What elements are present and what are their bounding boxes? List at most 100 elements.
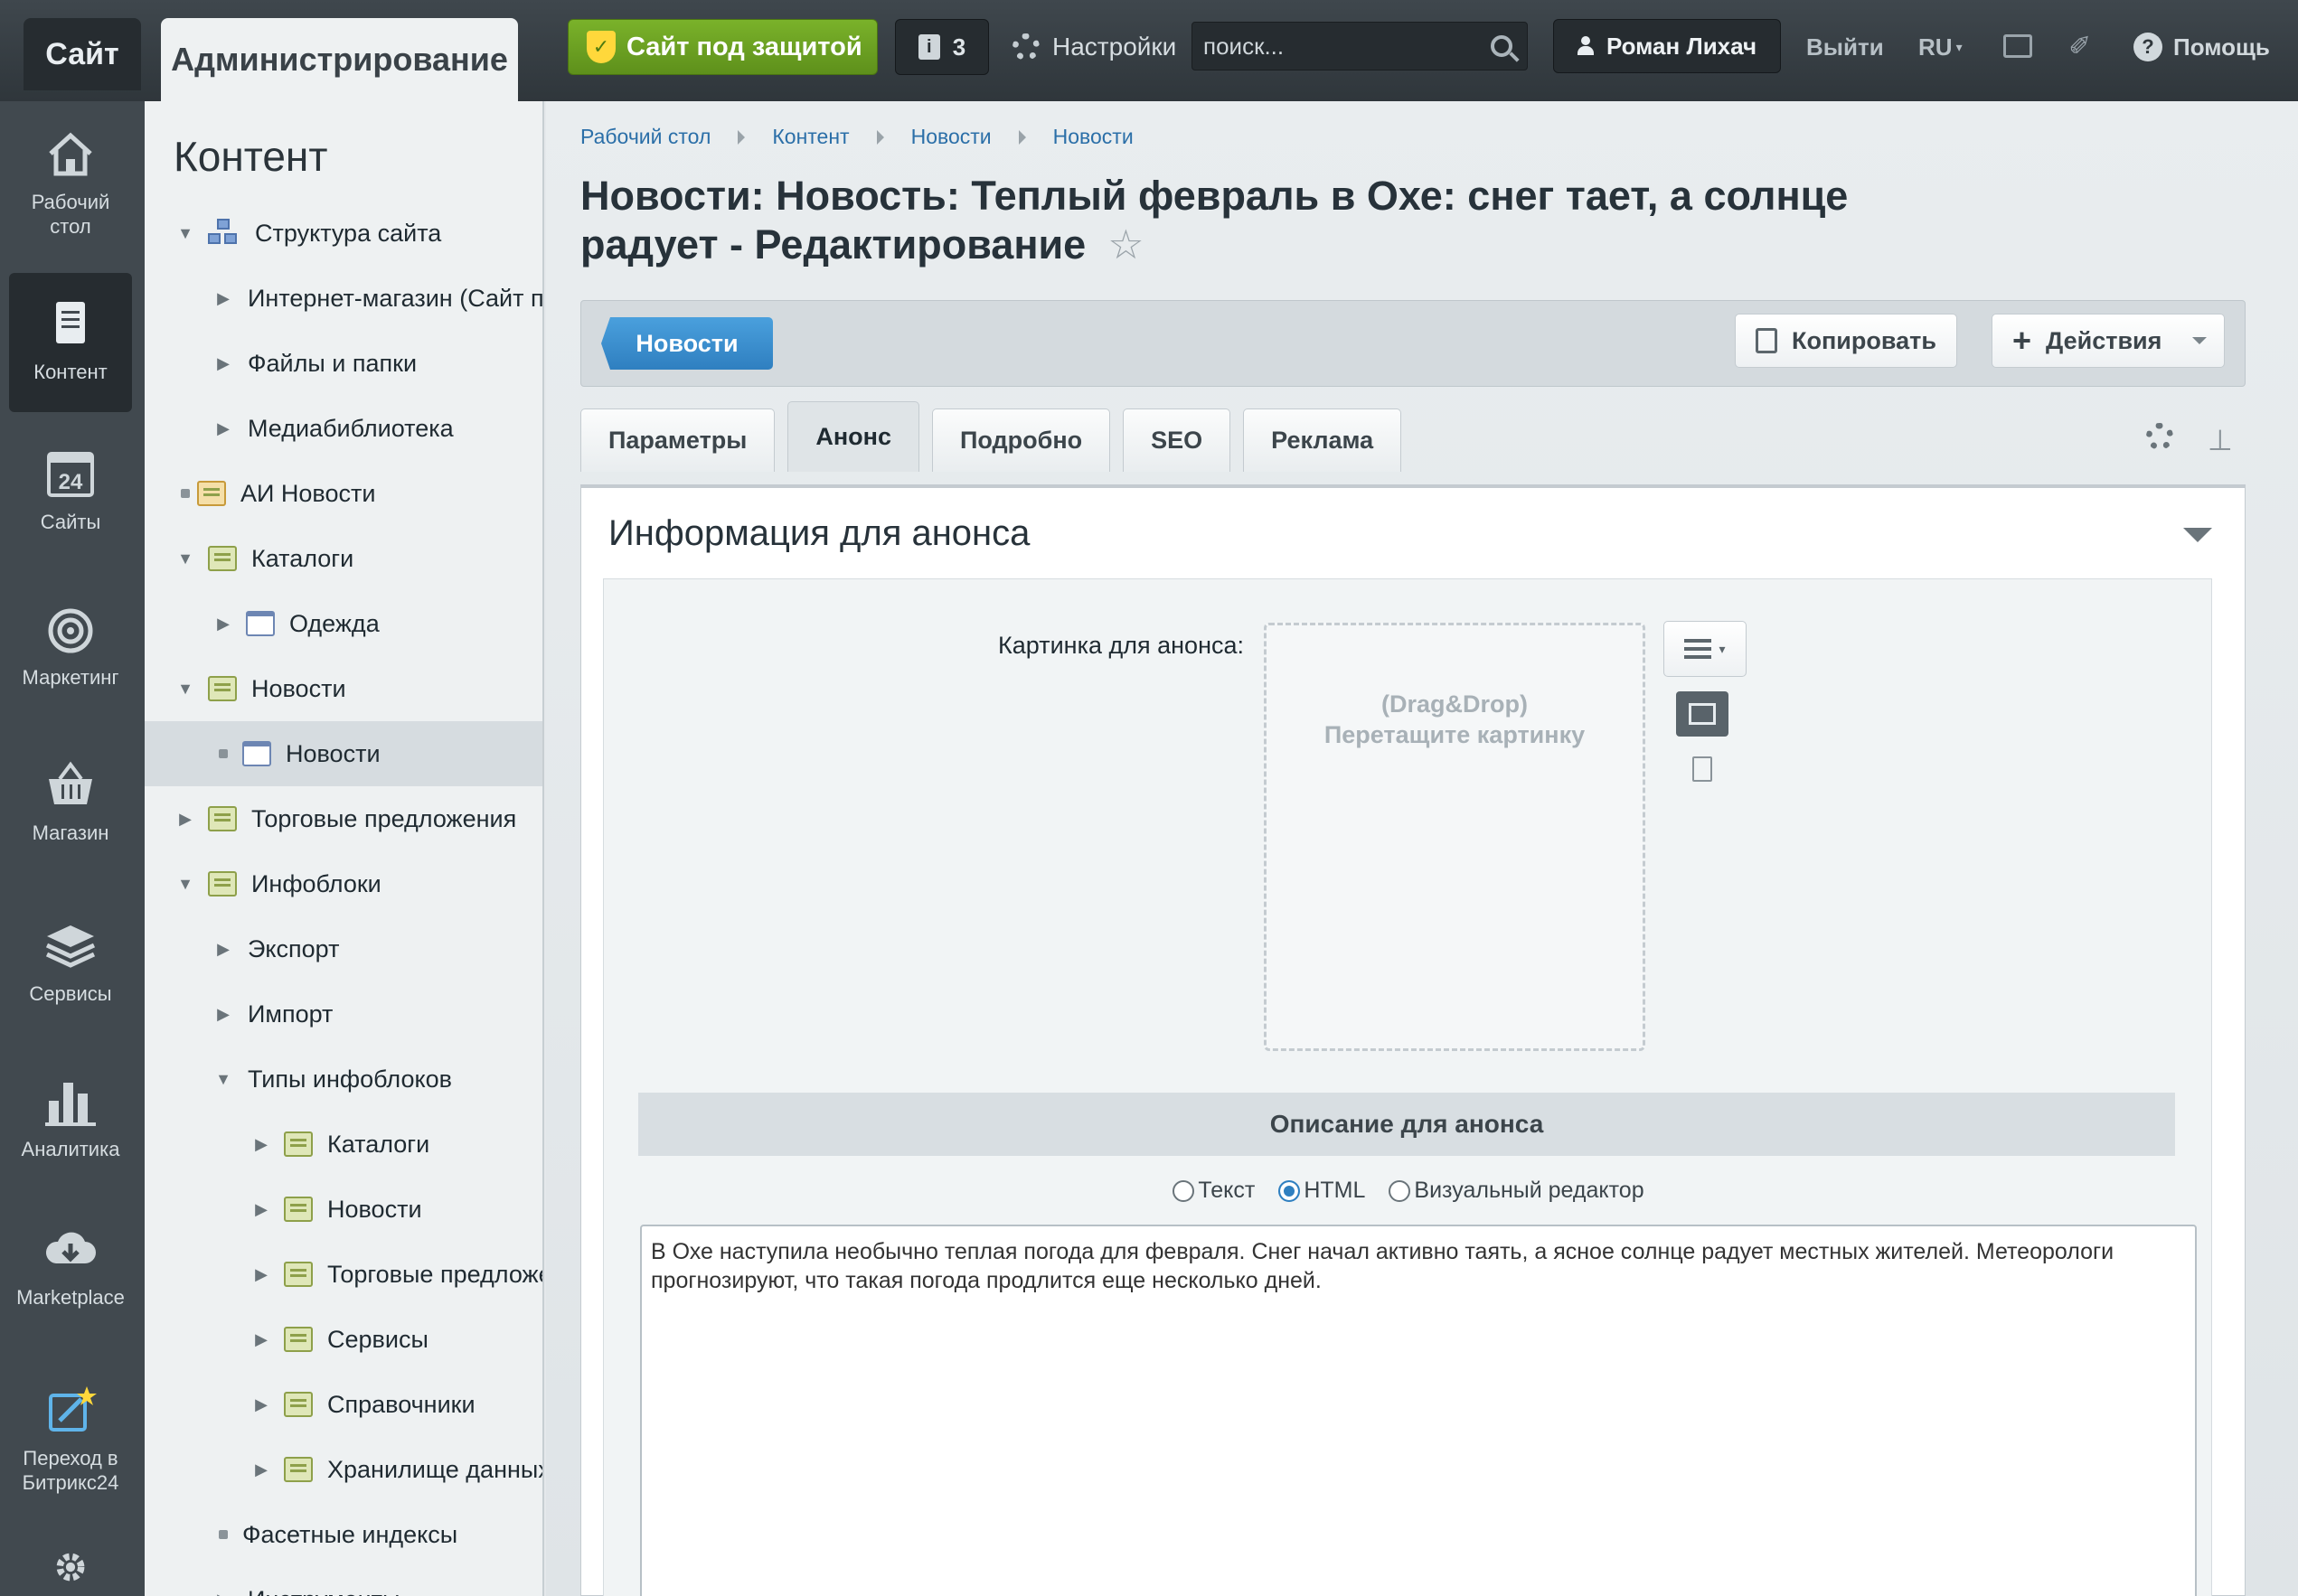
tree-item[interactable]: ▶ Торговые предложения — [145, 1242, 542, 1307]
tree-item[interactable]: ▶ Инструменты — [145, 1567, 542, 1596]
breadcrumb-link[interactable]: Новости — [1053, 125, 1134, 149]
page-title-text: Новости: Новость: Теплый февраль в Охе: … — [580, 173, 1849, 268]
chevron-right-icon[interactable]: ▶ — [212, 940, 235, 959]
image-menu-button[interactable]: ▾ — [1663, 621, 1747, 677]
back-to-list-button[interactable]: Новости — [601, 317, 773, 370]
rail-item-settings[interactable] — [9, 1547, 132, 1596]
radio-button-selected[interactable] — [1278, 1179, 1301, 1202]
logout-link[interactable]: Выйти — [1806, 27, 1884, 67]
search-input[interactable] — [1192, 23, 1464, 70]
chevron-right-icon[interactable]: ▶ — [212, 289, 235, 308]
radio-html[interactable]: HTML — [1278, 1178, 1365, 1204]
radio-button[interactable] — [1173, 1179, 1195, 1202]
star-icon[interactable]: ☆ — [1107, 221, 1144, 268]
tree-item[interactable]: ▶ Новости — [145, 1177, 542, 1242]
rail-item-sites[interactable]: 24 Сайты — [9, 446, 132, 546]
radio-visual-editor[interactable]: Визуальный редактор — [1389, 1178, 1644, 1204]
tab-details[interactable]: Подробно — [931, 408, 1111, 472]
breadcrumb-link[interactable]: Контент — [772, 125, 849, 149]
tab-advertising[interactable]: Реклама — [1243, 408, 1402, 472]
chevron-down-icon[interactable]: ▼ — [174, 549, 197, 568]
tree-item[interactable]: АИ Новости — [145, 461, 542, 526]
image-library-button[interactable] — [1676, 691, 1728, 737]
site-mode-button[interactable]: Сайт — [24, 18, 141, 90]
tab-seo[interactable]: SEO — [1123, 408, 1231, 472]
help-link[interactable]: ? Помощь — [2133, 27, 2270, 67]
tree-item[interactable]: ▼ Структура сайта — [145, 201, 542, 266]
collapse-icon[interactable] — [2183, 528, 2212, 542]
chevron-down-icon[interactable]: ▼ — [174, 680, 197, 699]
rail-item-services[interactable]: Сервисы — [9, 918, 132, 1018]
admin-mode-tab[interactable]: Администрирование — [161, 18, 518, 101]
tree-item[interactable]: ▶ Справочники — [145, 1372, 542, 1437]
rail-item-bitrix24[interactable]: Переход в Битрикс24 — [9, 1383, 132, 1509]
tree-item[interactable]: ▶ Файлы и папки — [145, 331, 542, 396]
home-icon — [49, 132, 92, 176]
tree-item[interactable]: ▶ Экспорт — [145, 916, 542, 981]
language-switcher[interactable]: RU ▾ — [1918, 27, 1963, 67]
iblock-icon — [208, 676, 237, 701]
chevron-right-icon[interactable]: ▶ — [212, 1005, 235, 1024]
notifications-button[interactable]: i 3 — [895, 19, 989, 75]
tree-item[interactable]: ▶ Сервисы — [145, 1307, 542, 1372]
tree-item[interactable]: ▶ Интернет-магазин (Сайт по умолчанию) — [145, 266, 542, 331]
tree-item[interactable]: Фасетные индексы — [145, 1502, 542, 1567]
chevron-right-icon[interactable]: ▶ — [250, 1200, 273, 1219]
pin-icon[interactable]: ⊥ — [2208, 423, 2233, 457]
keyboard-icon[interactable] — [2003, 34, 2032, 58]
tree-item[interactable]: ▶ Импорт — [145, 981, 542, 1047]
breadcrumb-link[interactable]: Новости — [911, 125, 992, 149]
rail-item-desktop[interactable]: Рабочий стол — [9, 127, 132, 253]
chevron-down-icon[interactable]: ▼ — [174, 224, 197, 243]
chevron-right-icon[interactable]: ▶ — [212, 419, 235, 438]
user-menu-button[interactable]: Роман Лихач — [1553, 19, 1781, 73]
chevron-right-icon[interactable]: ▶ — [174, 810, 197, 829]
rail-item-content[interactable]: Контент — [9, 273, 132, 412]
chevron-right-icon[interactable]: ▶ — [250, 1330, 273, 1349]
tree-item[interactable]: ▶ Торговые предложения — [145, 786, 542, 851]
tree-item[interactable]: ▼ Каталоги — [145, 526, 542, 591]
chevron-right-icon[interactable]: ▶ — [250, 1135, 273, 1154]
gear-icon[interactable] — [2146, 423, 2173, 450]
tab-parameters[interactable]: Параметры — [580, 408, 776, 472]
tree-item-selected[interactable]: Новости — [145, 721, 542, 786]
search-icon[interactable] — [1491, 35, 1512, 57]
site-protection-button[interactable]: ✓ Сайт под защитой — [568, 19, 878, 75]
tree-item[interactable]: ▶ Хранилище данных — [145, 1437, 542, 1502]
copy-button[interactable]: Копировать — [1735, 314, 1957, 368]
tree-item[interactable]: ▶ Одежда — [145, 591, 542, 656]
breadcrumb-link[interactable]: Рабочий стол — [580, 125, 711, 149]
rail-item-label: Маркетинг — [22, 666, 119, 689]
chevron-down-icon[interactable]: ▼ — [212, 1070, 235, 1089]
tree-item[interactable]: ▼ Инфоблоки — [145, 851, 542, 916]
tab-announce[interactable]: Анонс — [787, 401, 919, 472]
radio-text[interactable]: Текст — [1173, 1178, 1255, 1204]
image-icon — [1689, 703, 1716, 725]
tree-item[interactable]: ▼ Типы инфоблоков — [145, 1047, 542, 1112]
image-dropzone[interactable]: (Drag&Drop) Перетащите картинку — [1264, 623, 1645, 1051]
chevron-right-icon[interactable]: ▶ — [250, 1460, 273, 1479]
radio-button[interactable] — [1389, 1179, 1411, 1202]
tree-item[interactable]: ▼ Новости — [145, 656, 542, 721]
description-textarea[interactable]: В Охе наступила необычно теплая погода д… — [640, 1225, 2197, 1596]
chevron-down-icon[interactable]: ▼ — [174, 875, 197, 894]
leaf-bullet-icon — [181, 489, 190, 498]
chevron-right-icon[interactable]: ▶ — [212, 354, 235, 373]
pin-icon[interactable]: ✐ — [2068, 31, 2092, 61]
chevron-right-icon[interactable]: ▶ — [212, 1591, 235, 1596]
actions-button[interactable]: + Действия — [1992, 314, 2225, 368]
main-menu-rail: Рабочий стол Контент 24 Сайты Маркетинг … — [0, 101, 145, 1596]
tree-item[interactable]: ▶ Медиабиблиотека — [145, 396, 542, 461]
tree-item-label: Каталоги — [327, 1130, 430, 1158]
rail-item-marketplace[interactable]: Marketplace — [9, 1222, 132, 1321]
rail-item-marketing[interactable]: Маркетинг — [9, 602, 132, 701]
chevron-right-icon[interactable]: ▶ — [212, 615, 235, 634]
chevron-right-icon[interactable]: ▶ — [250, 1395, 273, 1414]
file-icon[interactable] — [1692, 756, 1712, 782]
chevron-right-icon[interactable]: ▶ — [250, 1265, 273, 1284]
content-tree-sidebar: Контент ▼ Структура сайта ▶ Интернет-маг… — [145, 101, 544, 1596]
settings-link[interactable]: Настройки — [1012, 27, 1176, 67]
tree-item[interactable]: ▶ Каталоги — [145, 1112, 542, 1177]
rail-item-analytics[interactable]: Аналитика — [9, 1074, 132, 1173]
rail-item-shop[interactable]: Магазин — [9, 757, 132, 857]
